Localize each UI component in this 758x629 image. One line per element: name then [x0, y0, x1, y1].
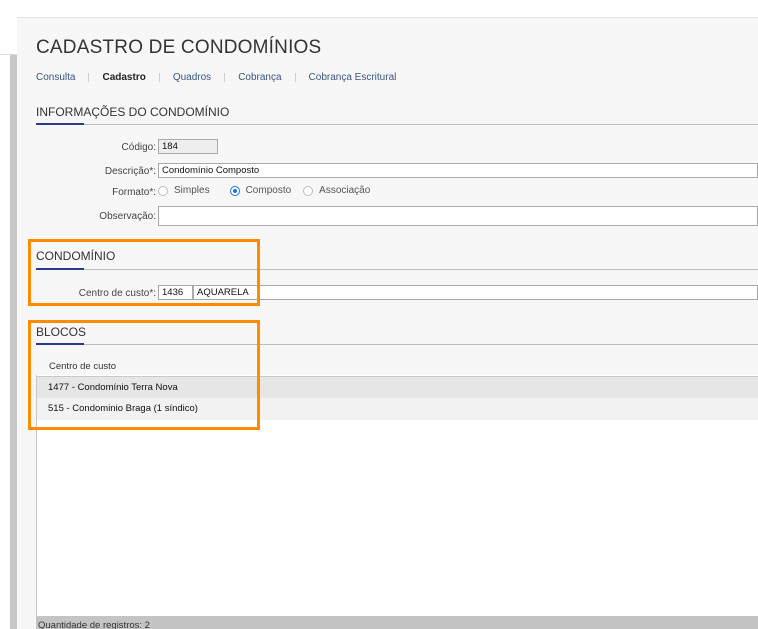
section-underline	[36, 123, 84, 125]
observacao-label: Observação:	[99, 211, 156, 222]
formato-label: Formato*:	[112, 187, 156, 198]
tab-separator	[294, 73, 296, 82]
highlight-condominio	[28, 239, 260, 306]
tab-consulta[interactable]: Consulta	[36, 72, 75, 83]
top-bar	[0, 0, 758, 18]
left-scrollbar[interactable]	[10, 55, 17, 629]
radio-simples[interactable]	[158, 185, 168, 196]
observacao-field[interactable]	[158, 206, 758, 226]
formato-radio-group: Simples Composto Associação	[158, 185, 382, 196]
radio-associacao-label[interactable]: Associação	[319, 185, 370, 196]
descricao-label: Descrição*:	[104, 166, 156, 177]
codigo-label: Código:	[121, 142, 156, 153]
tab-quadros[interactable]: Quadros	[173, 72, 211, 83]
tab-cadastro[interactable]: Cadastro	[102, 72, 145, 83]
section-title-informacoes: INFORMAÇÕES DO CONDOMÍNIO	[36, 105, 230, 119]
radio-simples-label[interactable]: Simples	[174, 185, 210, 196]
tab-separator	[158, 73, 160, 82]
tab-bar: Consulta Cadastro Quadros Cobrança Cobra…	[36, 72, 396, 83]
tab-separator	[88, 73, 90, 82]
grid-footer: Quantidade de registros: 2	[36, 616, 758, 629]
radio-associacao[interactable]	[303, 185, 314, 196]
radio-composto-label[interactable]: Composto	[246, 185, 292, 196]
tab-separator	[224, 73, 226, 82]
highlight-blocos	[28, 320, 260, 430]
page-title: CADASTRO DE CONDOMÍNIOS	[36, 37, 322, 58]
radio-composto[interactable]	[229, 185, 240, 196]
centro-custo-name-field[interactable]: AQUARELA	[193, 285, 758, 300]
tab-cobranca-escritural[interactable]: Cobrança Escritural	[309, 72, 397, 83]
tab-cobranca[interactable]: Cobrança	[238, 72, 281, 83]
codigo-field: 184	[158, 139, 218, 154]
descricao-field[interactable]: Condomínio Composto	[158, 163, 758, 178]
section-rule	[36, 124, 758, 125]
